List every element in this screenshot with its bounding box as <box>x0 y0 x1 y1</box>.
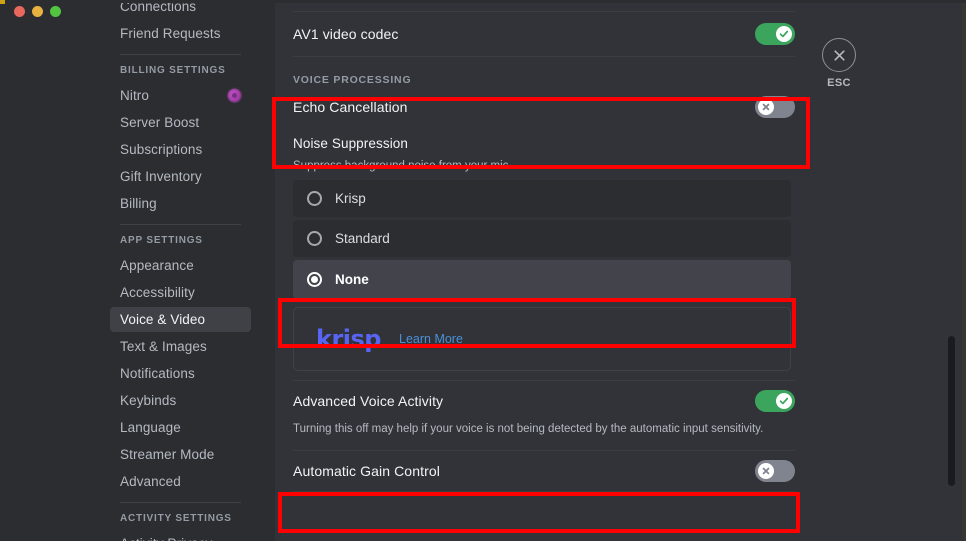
sidebar-item-billing[interactable]: Billing <box>110 191 251 216</box>
radio-icon <box>307 191 322 206</box>
check-icon <box>779 30 789 38</box>
sidebar-item-label: Accessibility <box>120 285 195 300</box>
sidebar-item-label: Advanced <box>120 474 181 489</box>
sidebar-item-label: Nitro <box>120 88 150 103</box>
sidebar-divider-3 <box>120 502 241 503</box>
window-right-edge <box>962 0 966 541</box>
krisp-logo: krisp <box>316 325 382 353</box>
sidebar-item-nitro[interactable]: Nitro <box>110 83 251 108</box>
esc-label: ESC <box>827 77 851 89</box>
radio-label: Standard <box>335 231 390 246</box>
sidebar-item-label: Appearance <box>120 258 194 273</box>
av1-video-codec-toggle[interactable] <box>755 23 795 45</box>
settings-main-panel: AV1 video codec VOICE PROCESSING Echo Ca… <box>275 0 966 541</box>
echo-cancellation-row[interactable]: Echo Cancellation <box>293 86 795 128</box>
nitro-badge-icon <box>228 89 241 102</box>
radio-label: Krisp <box>335 191 366 206</box>
radio-icon <box>307 231 322 246</box>
sidebar-divider-2 <box>120 224 241 225</box>
settings-sidebar: Connections Friend Requests BILLING SETT… <box>0 0 275 541</box>
sidebar-item-language[interactable]: Language <box>110 415 251 440</box>
sidebar-item-accessibility[interactable]: Accessibility <box>110 280 251 305</box>
av1-video-codec-label: AV1 video codec <box>293 26 399 42</box>
close-x-icon <box>762 467 770 475</box>
sidebar-item-label: Streamer Mode <box>120 447 215 462</box>
sidebar-item-label: Gift Inventory <box>120 169 202 184</box>
window-maximize-button[interactable] <box>50 6 61 17</box>
sidebar-item-label: Text & Images <box>120 339 207 354</box>
toggle-knob <box>758 99 774 115</box>
window-accent-edge <box>0 0 5 4</box>
av1-video-codec-row[interactable]: AV1 video codec <box>293 12 795 56</box>
voice-processing-header: VOICE PROCESSING <box>293 74 412 86</box>
automatic-gain-control-row[interactable]: Automatic Gain Control <box>293 451 795 491</box>
sidebar-header-activity: ACTIVITY SETTINGS <box>120 512 232 524</box>
sidebar-item-label: Server Boost <box>120 115 200 130</box>
sidebar-item-label: Subscriptions <box>120 142 203 157</box>
automatic-gain-control-toggle[interactable] <box>755 460 795 482</box>
noise-suppression-options: Krisp Standard None <box>293 180 791 299</box>
close-icon <box>833 49 845 61</box>
echo-cancellation-toggle[interactable] <box>755 96 795 118</box>
sidebar-item-text-and-images[interactable]: Text & Images <box>110 334 251 359</box>
noise-suppression-title: Noise Suppression <box>293 136 409 151</box>
noise-suppression-option-none[interactable]: None <box>293 260 791 299</box>
sidebar-item-voice-and-video[interactable]: Voice & Video <box>110 307 251 332</box>
noise-suppression-description: Suppress background noise from your mic. <box>293 160 512 172</box>
settings-sidebar-scroll[interactable]: Connections Friend Requests BILLING SETT… <box>0 0 275 541</box>
sidebar-item-label: Billing <box>120 196 157 211</box>
sidebar-item-subscriptions[interactable]: Subscriptions <box>110 137 251 162</box>
sidebar-item-keybinds[interactable]: Keybinds <box>110 388 251 413</box>
divider-below-agc <box>293 491 795 492</box>
sidebar-item-streamer-mode[interactable]: Streamer Mode <box>110 442 251 467</box>
krisp-learn-more-link[interactable]: Learn More <box>399 332 463 346</box>
sidebar-item-label: Voice & Video <box>120 312 206 327</box>
advanced-voice-activity-label: Advanced Voice Activity <box>293 393 444 409</box>
window-minimize-button[interactable] <box>32 6 43 17</box>
toggle-knob <box>776 393 792 409</box>
sidebar-header-app: APP SETTINGS <box>120 234 203 246</box>
close-settings-button[interactable]: ESC <box>815 38 863 89</box>
toggle-knob <box>776 26 792 42</box>
settings-scrollbar-thumb[interactable] <box>948 336 955 486</box>
sidebar-item-friend-requests[interactable]: Friend Requests <box>110 21 251 46</box>
noise-suppression-option-krisp[interactable]: Krisp <box>293 180 791 217</box>
window-traffic-lights[interactable] <box>14 6 61 17</box>
sidebar-item-label: Activity Privacy <box>120 536 212 541</box>
sidebar-item-notifications[interactable]: Notifications <box>110 361 251 386</box>
toggle-knob <box>758 463 774 479</box>
close-icon-circle <box>822 38 856 72</box>
sidebar-item-server-boost[interactable]: Server Boost <box>110 110 251 135</box>
sidebar-item-label: Keybinds <box>120 393 177 408</box>
sidebar-item-label: Language <box>120 420 181 435</box>
discord-settings-window: Connections Friend Requests BILLING SETT… <box>0 0 966 541</box>
radio-icon-selected <box>307 272 322 287</box>
sidebar-item-label: Friend Requests <box>120 26 221 41</box>
close-x-icon <box>762 103 770 111</box>
sidebar-item-appearance[interactable]: Appearance <box>110 253 251 278</box>
check-icon <box>779 397 789 405</box>
window-top-strip <box>0 0 966 3</box>
sidebar-item-gift-inventory[interactable]: Gift Inventory <box>110 164 251 189</box>
advanced-voice-activity-description: Turning this off may help if your voice … <box>293 423 764 435</box>
krisp-promo-card: krisp Learn More <box>293 307 791 371</box>
sidebar-item-label: Notifications <box>120 366 195 381</box>
sidebar-divider-1 <box>120 54 241 55</box>
radio-label: None <box>335 272 369 287</box>
noise-suppression-option-standard[interactable]: Standard <box>293 220 791 257</box>
advanced-voice-activity-toggle[interactable] <box>755 390 795 412</box>
advanced-voice-activity-row[interactable]: Advanced Voice Activity <box>293 381 795 421</box>
sidebar-header-billing: BILLING SETTINGS <box>120 64 226 76</box>
echo-cancellation-label: Echo Cancellation <box>293 99 408 115</box>
automatic-gain-control-label: Automatic Gain Control <box>293 463 440 479</box>
window-close-button[interactable] <box>14 6 25 17</box>
sidebar-item-advanced[interactable]: Advanced <box>110 469 251 494</box>
sidebar-item-activity-privacy[interactable]: Activity Privacy <box>110 531 251 541</box>
